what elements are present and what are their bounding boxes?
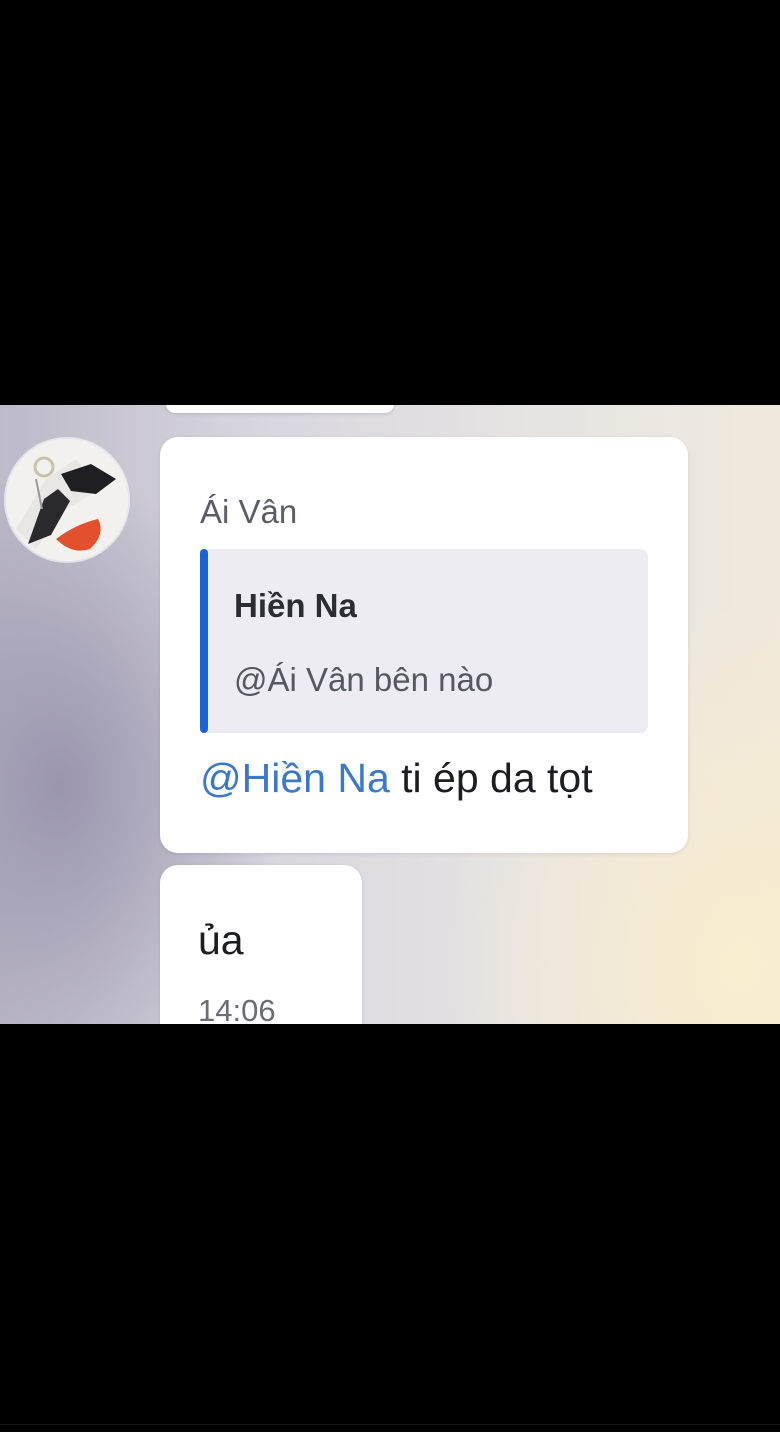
message-text-second: ủa [198,917,244,963]
profile-photo-icon [6,439,128,561]
message-body: ti ép da tọt [389,755,593,801]
message-bubble-second[interactable]: ủa 14:06 [160,865,362,1024]
bottom-divider [0,1424,780,1425]
message-timestamp: 14:06 [198,993,276,1024]
sender-name[interactable]: Ái Vân [200,493,297,531]
quote-accent-bar [200,549,208,733]
quote-text: @Ái Vân bên nào [234,661,494,698]
avatar[interactable] [6,439,128,561]
message-bubble[interactable]: Ái Vân Hiền Na @Ái Vân bên nào @Hiền Na … [160,437,688,853]
chat-message-list[interactable]: Ái Vân Hiền Na @Ái Vân bên nào @Hiền Na … [0,405,780,1024]
message-text: @Hiền Na ti ép da tọt [200,755,593,802]
screen-frame: Ái Vân Hiền Na @Ái Vân bên nào @Hiền Na … [0,0,780,1432]
reply-quote[interactable]: Hiền Na @Ái Vân bên nào [200,549,648,733]
mention-link[interactable]: @Hiền Na [200,755,390,801]
previous-message-bubble[interactable] [166,405,394,413]
quote-author: Hiền Na [234,587,357,624]
